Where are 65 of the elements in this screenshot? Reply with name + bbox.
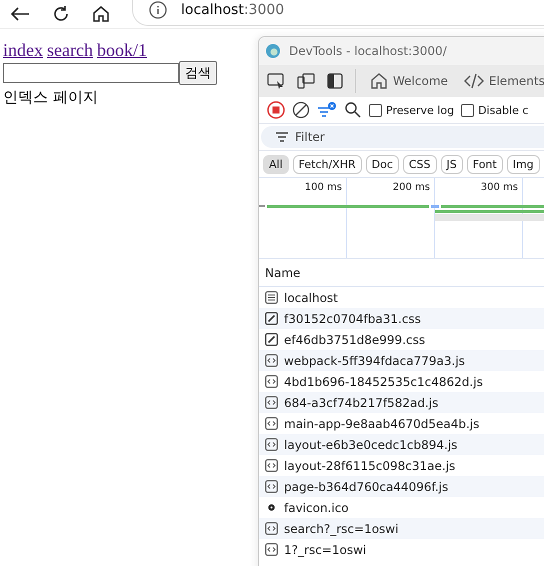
page-link[interactable]: index [3,40,43,61]
filter-icon [275,131,289,143]
address-bar[interactable]: localhost:3000 [132,0,544,26]
disable-cache-checkbox[interactable] [461,104,474,116]
request-row[interactable]: 4bd1b696-18452535c1c4862d.js [259,371,544,392]
request-row[interactable]: layout-28f6115c098c31ae.js [259,455,544,476]
checkbox-label: Disable c [478,104,528,116]
stylesheet-icon [265,333,278,346]
filter-placeholder: Filter [295,130,325,144]
reload-icon[interactable] [52,5,70,23]
script-icon [265,459,278,472]
script-icon [265,375,278,388]
filter-field[interactable]: Filter [261,126,544,148]
filter-chip[interactable]: CSS [402,154,437,174]
column-header[interactable]: Name [259,259,544,287]
record-icon[interactable] [267,101,285,119]
request-row[interactable]: favicon.ico [259,497,544,518]
script-icon [265,543,278,556]
search-button[interactable]: 검색 [179,61,217,85]
script-icon [265,354,278,367]
filter-chip[interactable]: JS [440,154,463,174]
stylesheet-icon [265,312,278,325]
script-icon [265,417,278,430]
search-input[interactable] [3,63,179,83]
request-row[interactable]: main-app-9e8aab4670d5ea4b.js [259,413,544,434]
filter-chip[interactable]: Doc [366,154,399,174]
request-row[interactable]: 684-a3cf74b217f582ad.js [259,392,544,413]
inspect-icon[interactable] [267,73,285,89]
filter-chip[interactable]: Fetch/XHR [292,154,362,174]
request-row[interactable]: search?_rsc=1oswi [259,518,544,539]
page-link[interactable]: book/1 [96,40,147,61]
request-row[interactable]: webpack-5ff394fdaca779a3.js [259,350,544,371]
browser-logo-icon [265,43,281,59]
request-row[interactable]: layout-e6b3e0cedc1cb894.js [259,434,544,455]
filter-chip[interactable]: Img [506,154,540,174]
clear-icon[interactable] [292,101,310,119]
info-icon[interactable] [149,0,167,18]
page-link[interactable]: search [47,40,93,61]
document-icon [265,291,278,304]
request-row[interactable]: 1?_rsc=1oswi [259,539,544,560]
request-row[interactable]: page-b364d760ca44096f.js [259,476,544,497]
filter-chip[interactable]: Font [466,154,503,174]
dock-icon[interactable] [327,73,343,89]
home-icon [370,72,388,90]
request-row[interactable]: f30152c0704fba31.css [259,308,544,329]
back-icon[interactable] [10,6,30,22]
device-icon[interactable] [297,73,315,89]
filter-icon[interactable] [317,101,337,119]
script-icon [265,480,278,493]
script-icon [265,396,278,409]
code-icon [464,72,484,90]
filter-chip[interactable]: All [263,154,289,174]
script-icon [265,438,278,451]
request-row[interactable]: localhost [259,287,544,308]
window-title: DevTools - localhost:3000/ [289,44,447,58]
preserve-log-checkbox[interactable] [369,104,382,116]
checkbox-label: Preserve log [386,104,454,116]
devtools-tab[interactable]: Elements [462,65,544,97]
url-text: localhost:3000 [181,2,284,18]
search-icon[interactable] [344,101,362,119]
home-icon[interactable] [92,5,110,23]
request-row[interactable]: ef46db3751d8e999.css [259,329,544,350]
devtools-tab[interactable]: Welcome [368,65,450,97]
script-icon [265,522,278,535]
page-heading: 인덱스 페이지 [3,88,99,107]
